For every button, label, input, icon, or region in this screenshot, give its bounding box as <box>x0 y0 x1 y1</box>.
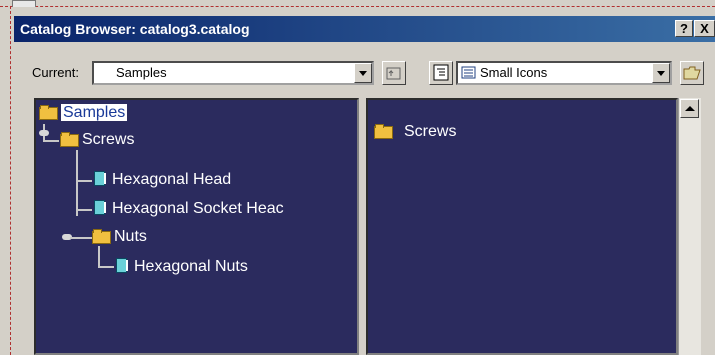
small-icons-icon <box>461 66 476 79</box>
background-window-stub <box>12 0 36 7</box>
chevron-down-icon[interactable] <box>652 63 670 83</box>
open-folder-icon <box>374 124 400 139</box>
vertical-scrollbar[interactable] <box>678 98 701 355</box>
document-icon <box>92 170 106 186</box>
current-catalog-combo[interactable]: Samples <box>92 61 374 85</box>
view-mode-combo[interactable]: Small Icons <box>456 61 672 85</box>
up-folder-icon <box>386 67 401 80</box>
tree-node-label: Samples <box>61 104 128 121</box>
folder-icon <box>39 105 58 120</box>
list-item-label: Screws <box>404 123 457 140</box>
tree-node-screws[interactable]: Screws <box>60 131 134 149</box>
parent-folder-button[interactable] <box>382 61 406 85</box>
tree-connector <box>39 130 49 136</box>
list-item[interactable]: Screws <box>374 123 456 141</box>
selection-border-top <box>0 6 715 7</box>
open-catalog-button[interactable] <box>680 61 704 85</box>
tree-connector <box>98 246 100 268</box>
tree-node-hexagonal-nuts[interactable]: Hexagonal Nuts <box>114 257 248 276</box>
tree-node-label: Nuts <box>114 228 147 245</box>
tree-node-hexagonal-socket-head[interactable]: Hexagonal Socket Heac <box>92 199 284 218</box>
help-button[interactable]: ? <box>675 20 693 37</box>
title-bar[interactable]: Catalog Browser: catalog3.catalog ? X <box>14 16 715 42</box>
current-catalog-value: Samples <box>116 65 167 80</box>
close-button[interactable]: X <box>694 20 715 37</box>
tree-node-hexagonal-head[interactable]: Hexagonal Head <box>92 170 231 189</box>
tree-connector <box>70 237 92 239</box>
tree-node-label: Hexagonal Head <box>112 171 232 188</box>
selection-border-left <box>10 6 11 355</box>
document-icon <box>92 199 106 215</box>
tree-node-samples[interactable]: Samples <box>39 104 128 122</box>
catalog-contents-panel[interactable]: Screws <box>366 98 678 355</box>
toolbar: Current: Samples Small Icons <box>14 42 715 98</box>
catalog-browser-dialog: Catalog Browser: catalog3.catalog ? X Cu… <box>14 16 715 355</box>
tree-node-label: Hexagonal Nuts <box>134 258 248 275</box>
tree-view-icon <box>433 64 449 81</box>
document-icon <box>114 257 128 273</box>
current-label: Current: <box>32 65 79 80</box>
view-mode-value: Small Icons <box>480 65 548 80</box>
tree-node-label: Screws <box>82 131 135 148</box>
tree-connector <box>76 209 92 211</box>
folder-icon <box>60 132 79 147</box>
tree-node-label: Hexagonal Socket Heac <box>112 200 284 217</box>
folder-icon <box>92 229 111 244</box>
catalog-tree-panel[interactable]: Samples Screws Hexagonal Head Hexagonal … <box>34 98 359 355</box>
tree-connector <box>76 180 92 182</box>
open-folder-icon <box>683 66 701 80</box>
window-title: Catalog Browser: catalog3.catalog <box>20 21 250 37</box>
tree-connector <box>43 140 59 142</box>
chevron-down-icon[interactable] <box>354 63 372 83</box>
scroll-up-button[interactable] <box>680 99 699 118</box>
tree-connector <box>76 150 78 216</box>
tree-view-button[interactable] <box>429 61 453 85</box>
tree-connector <box>98 266 114 268</box>
tree-node-nuts[interactable]: Nuts <box>92 228 147 246</box>
